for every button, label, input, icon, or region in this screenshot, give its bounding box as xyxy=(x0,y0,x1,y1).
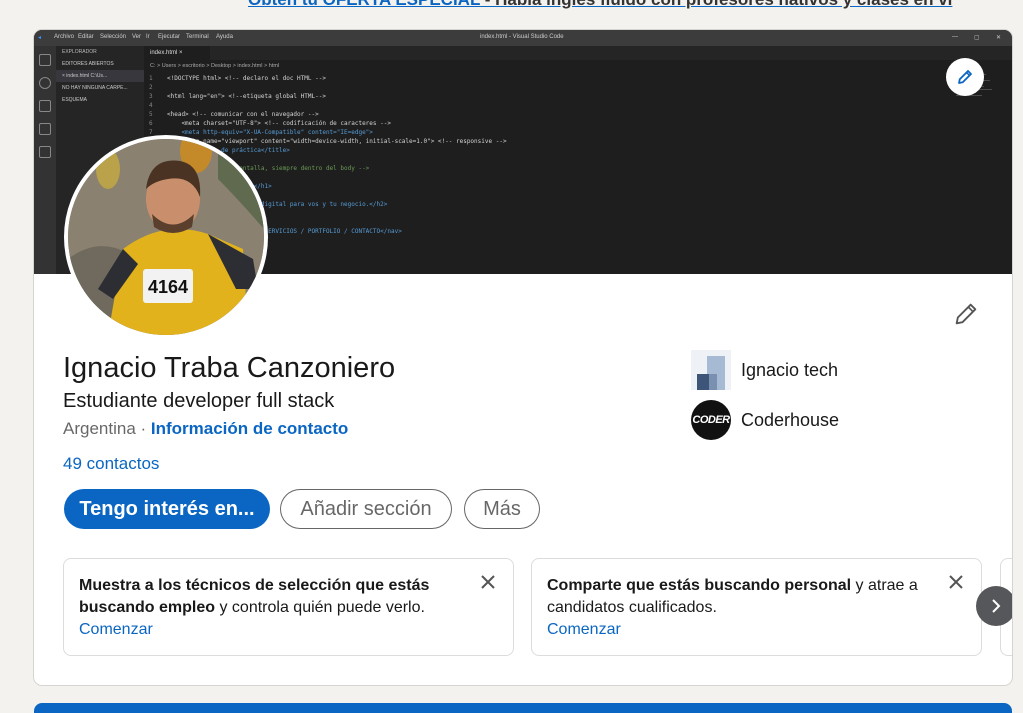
company-name: Ignacio tech xyxy=(741,359,839,380)
explorer-item: EDITORES ABIERTOS xyxy=(62,61,114,67)
vscode-menu-6: Ejecutar xyxy=(158,34,181,40)
code-line: 5 <head> <!-- comunicar con el navegador … xyxy=(149,110,507,119)
rec-text: y controla quién puede verlo. xyxy=(215,599,425,616)
vscode-menu-2: Editar xyxy=(78,34,94,40)
code-text: <meta http-equiv="X-UA-Compatible" conte… xyxy=(167,129,373,136)
carousel-next-button[interactable] xyxy=(976,586,1012,626)
explorer-item: ESQUEMA xyxy=(62,97,88,103)
vscode-breadcrumb: C: > Users > escritorio > Desktop > inde… xyxy=(150,63,280,69)
line-number: 5 xyxy=(149,111,153,118)
extensions-icon xyxy=(39,146,51,158)
promo-link[interactable]: Obtén tu OFERTA ESPECIAL - Habla inglés … xyxy=(248,0,952,10)
line-number: 1 xyxy=(149,75,153,82)
start-link[interactable]: Comenzar xyxy=(547,619,931,641)
company-name: Coderhouse xyxy=(741,409,840,430)
bib-number: 4164 xyxy=(148,277,188,297)
edit-banner-button[interactable] xyxy=(946,58,984,96)
code-line: 4 xyxy=(149,101,507,110)
code-line: 2 xyxy=(149,83,507,92)
vscode-tab: index.html × xyxy=(144,46,210,60)
profile-card: ◂ Archivo Editar Selección Ver Ir Ejecut… xyxy=(34,30,1012,685)
code-line: 1 <!DOCTYPE html> <!-- declaro el doc HTM… xyxy=(149,74,507,83)
contact-info-link[interactable]: Información de contacto xyxy=(151,419,348,438)
vscode-restore-icon: ▢ xyxy=(974,35,980,41)
vscode-activity-bar xyxy=(34,46,56,274)
profile-location-line: Argentina · Información de contacto xyxy=(63,419,348,439)
code-text: <meta name="viewport" content="width=dev… xyxy=(167,138,507,145)
rec-bold-text: Comparte que estás buscando personal xyxy=(547,577,852,594)
vscode-minimize-icon: — xyxy=(952,34,958,40)
chevron-right-icon xyxy=(992,599,1001,613)
profile-location: Argentina xyxy=(63,419,136,438)
files-icon xyxy=(39,54,51,66)
line-number: 3 xyxy=(149,93,153,100)
promo-link-text[interactable]: Obtén tu OFERTA ESPECIAL xyxy=(248,0,480,9)
explorer-label: EXPLORADOR xyxy=(62,49,97,55)
avatar-photo: 4164 xyxy=(68,139,264,335)
promo-rest-text: - Habla inglés fluido con profesores nat… xyxy=(480,0,953,9)
code-line: 3 <html lang="en"> <!--etiqueta global HT… xyxy=(149,92,507,101)
edit-intro-button[interactable] xyxy=(952,300,980,328)
vscode-menu-3: Selección xyxy=(100,34,127,40)
code-line: 7 <meta http-equiv="X-UA-Compatible" con… xyxy=(149,128,507,137)
code-text: <head> <!-- comunicar con el navegador -… xyxy=(167,111,319,118)
recommendation-card-job-seeking: Muestra a los técnicos de selección que … xyxy=(63,558,514,656)
vscode-titlebar: ◂ Archivo Editar Selección Ver Ir Ejecut… xyxy=(34,30,1012,46)
vscode-tabbar: index.html × xyxy=(144,46,1012,60)
pencil-icon xyxy=(955,303,977,325)
vscode-menu-4: Ver xyxy=(132,34,142,40)
explorer-item: NO HAY NINGUNA CARPE... xyxy=(62,85,128,91)
connections-link[interactable]: 49 contactos xyxy=(63,454,159,474)
vscode-close-icon: ✕ xyxy=(996,35,1002,41)
location-separator: · xyxy=(135,419,151,438)
more-button[interactable]: Más xyxy=(464,489,540,529)
profile-name: Ignacio Traba Canzoniero xyxy=(63,352,396,384)
start-link[interactable]: Comenzar xyxy=(79,619,463,641)
coderhouse-logo: CODER xyxy=(691,400,731,440)
code-text: <!DOCTYPE html> <!-- declaro el doc HTML… xyxy=(167,75,326,82)
ignacio-tech-logo xyxy=(691,350,731,390)
company-coderhouse[interactable]: CODER Coderhouse xyxy=(691,400,839,440)
vscode-menu-8: Ayuda xyxy=(216,34,233,40)
vscode-menu-7: Terminal xyxy=(186,34,209,40)
vscode-window-title: index.html - Visual Studio Code xyxy=(480,34,564,40)
recommendation-card-hiring: Comparte que estás buscando personal y a… xyxy=(531,558,982,656)
open-to-button[interactable]: Tengo interés en... xyxy=(64,489,270,529)
explorer-item: × index.html C:\Us... xyxy=(56,70,144,82)
close-icon[interactable] xyxy=(947,573,965,591)
vscode-menu-1: Archivo xyxy=(54,34,75,40)
code-text: <meta charset="UTF-8"> <!-- codificación… xyxy=(167,120,391,127)
code-line: 6 <meta charset="UTF-8"> <!-- codificaci… xyxy=(149,119,507,128)
add-section-button[interactable]: Añadir sección xyxy=(280,489,452,529)
run-debug-icon xyxy=(39,123,51,135)
next-section-edge xyxy=(34,703,1012,713)
profile-avatar[interactable]: 4164 xyxy=(64,135,268,339)
search-icon xyxy=(39,77,51,89)
profile-headline: Estudiante developer full stack xyxy=(63,390,335,412)
company-ignacio-tech[interactable]: Ignacio tech xyxy=(691,350,838,390)
close-icon[interactable] xyxy=(479,573,497,591)
code-text: <html lang="en"> <!--etiqueta global HTM… xyxy=(167,93,326,100)
line-number: 6 xyxy=(149,120,153,127)
source-control-icon xyxy=(39,100,51,112)
pencil-icon xyxy=(958,70,972,84)
line-number: 4 xyxy=(149,102,153,109)
vscode-menu-5: Ir xyxy=(146,34,150,40)
line-number: 2 xyxy=(149,84,153,91)
vscode-logo-icon: ◂ xyxy=(38,35,42,41)
